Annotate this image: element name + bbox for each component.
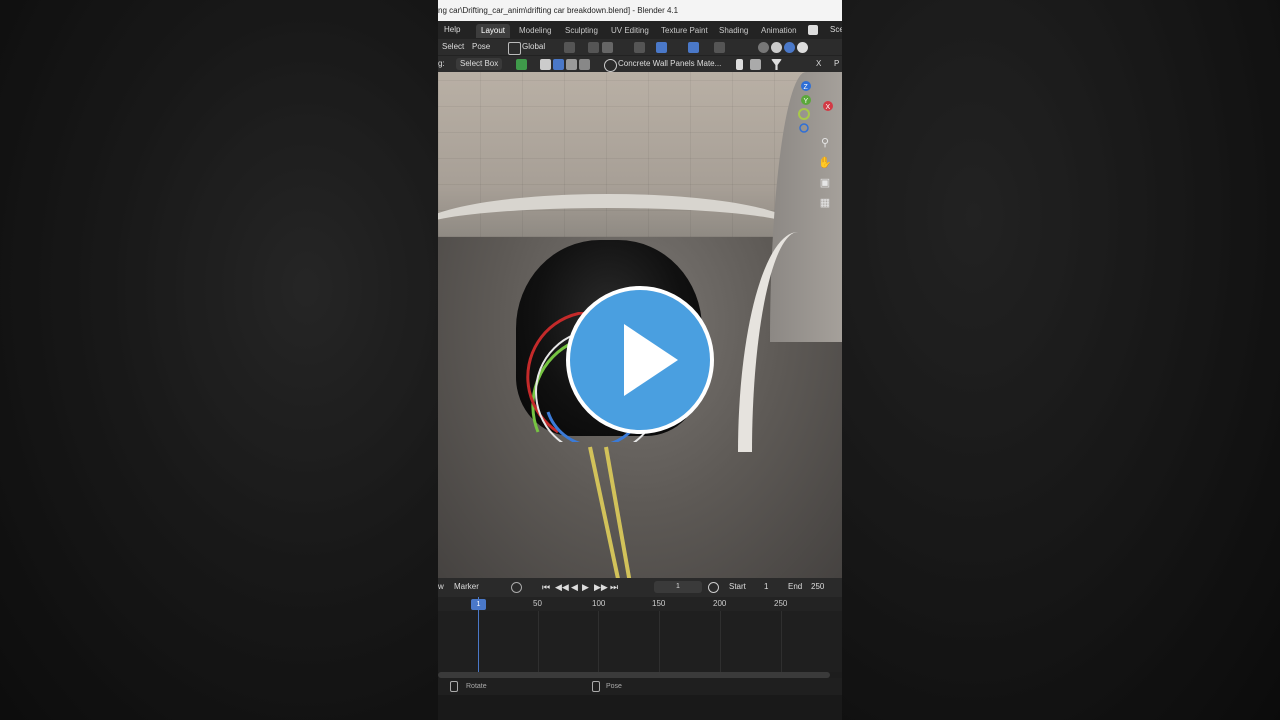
mode-icon[interactable]: [516, 59, 527, 70]
blender-window: ng car\Drifting_car_anim\drifting car br…: [438, 0, 842, 720]
mouse-icon: [592, 681, 600, 692]
bottom-padding: [438, 695, 842, 720]
grid-select-icon[interactable]: [579, 59, 590, 70]
start-frame-field[interactable]: 1: [764, 581, 768, 593]
tool-prefix: g:: [438, 59, 445, 68]
status-pose: Pose: [606, 683, 622, 690]
window-title: ng car\Drifting_car_anim\drifting car br…: [438, 6, 679, 15]
face-select-icon[interactable]: [540, 59, 551, 70]
viewport-header: Select Pose Global: [438, 39, 842, 55]
pivot-icon[interactable]: [564, 42, 575, 53]
proportional-icon[interactable]: [634, 42, 645, 53]
tab-modeling[interactable]: Modeling: [514, 24, 556, 38]
ruler-tick-250: 250: [774, 599, 788, 608]
timeline-header: w Marker ⏮ ◀◀ ◀ ▶ ▶▶ ⏭ 1 Start 1 End 250: [438, 578, 842, 597]
orientation-dropdown[interactable]: Global: [522, 41, 545, 53]
navigation-gizmo[interactable]: Z Y X: [792, 80, 838, 140]
status-bar: Rotate Pose: [438, 678, 842, 695]
gizmo-x-label: X: [826, 104, 831, 111]
pose-menu[interactable]: Pose: [472, 41, 490, 53]
camera-view-icon[interactable]: ▣: [818, 176, 832, 190]
play-button[interactable]: [566, 286, 714, 434]
scene-selector[interactable]: Sce: [830, 21, 842, 39]
close-button[interactable]: X: [816, 58, 821, 70]
start-label: Start: [729, 582, 746, 591]
edge-select-icon[interactable]: [566, 59, 577, 70]
gizmo-z-label: Z: [804, 84, 809, 91]
play-forward-icon[interactable]: ▶: [582, 581, 589, 593]
top-menubar: Help Layout Modeling Sculpting UV Editin…: [438, 21, 842, 39]
end-label: End: [788, 582, 803, 591]
background-blur-left: [0, 0, 438, 720]
help-menu[interactable]: Help: [444, 21, 460, 39]
pan-hand-icon[interactable]: ✋: [818, 156, 832, 170]
xray-icon[interactable]: [714, 42, 725, 53]
prev-keyframe-icon[interactable]: ◀◀: [555, 581, 569, 593]
tool-header: g: Select Box Concrete Wall Panels Mate.…: [438, 55, 842, 73]
ruler-tick-200: 200: [713, 599, 727, 608]
panel-toggle[interactable]: P: [834, 58, 839, 70]
wireframe-shading-icon[interactable]: [758, 42, 769, 53]
tab-sculpting[interactable]: Sculpting: [560, 24, 603, 38]
end-frame-field[interactable]: 250: [811, 581, 824, 593]
status-rotate: Rotate: [466, 683, 487, 690]
ruler-tick-100: 100: [592, 599, 606, 608]
tab-layout[interactable]: Layout: [476, 24, 511, 38]
perspective-grid-icon[interactable]: ▦: [818, 196, 832, 210]
material-shading-icon[interactable]: [784, 42, 795, 53]
autokey-icon[interactable]: [511, 582, 522, 593]
select-menu[interactable]: Select: [442, 41, 464, 53]
3d-viewport[interactable]: Z Y X ⚲ ✋ ▣ ▦: [438, 72, 842, 578]
playhead-frame-badge[interactable]: 1: [471, 599, 486, 610]
stopwatch-icon[interactable]: [708, 582, 719, 593]
play-icon: [624, 324, 678, 396]
zoom-icon[interactable]: ⚲: [818, 136, 832, 150]
timeline-ruler[interactable]: 50 100 150 200 250: [438, 597, 842, 611]
vertex-select-icon[interactable]: [553, 59, 564, 70]
mouse-icon: [450, 681, 458, 692]
snap-target-icon[interactable]: [602, 42, 613, 53]
scene-icon[interactable]: [808, 25, 818, 35]
rendered-shading-icon[interactable]: [797, 42, 808, 53]
jump-end-icon[interactable]: ⏭: [610, 581, 618, 593]
ruler-tick-50: 50: [533, 599, 542, 608]
grid-icon[interactable]: [750, 59, 761, 70]
material-selector[interactable]: Concrete Wall Panels Mate...: [618, 58, 721, 70]
background-blur-right: [842, 0, 1280, 720]
snap-icon[interactable]: [588, 42, 599, 53]
timeline-area[interactable]: [438, 611, 842, 672]
current-frame-field[interactable]: 1: [654, 581, 702, 593]
tab-animation[interactable]: Animation: [756, 24, 802, 38]
next-keyframe-icon[interactable]: ▶▶: [594, 581, 608, 593]
timeline-view-menu[interactable]: w: [438, 581, 444, 593]
select-box-dropdown[interactable]: Select Box: [456, 58, 503, 70]
search-icon[interactable]: [604, 59, 617, 72]
gizmo-toggle-icon[interactable]: [656, 42, 667, 53]
play-reverse-icon[interactable]: ◀: [571, 581, 578, 593]
tab-texture-paint[interactable]: Texture Paint: [656, 24, 713, 38]
tab-uv-editing[interactable]: UV Editing: [606, 24, 654, 38]
filter-icon[interactable]: [771, 59, 782, 70]
bookmark-icon[interactable]: [736, 59, 743, 70]
ruler-tick-150: 150: [652, 599, 666, 608]
tab-shading[interactable]: Shading: [714, 24, 753, 38]
gizmo-y-label: Y: [804, 98, 809, 105]
solid-shading-icon[interactable]: [771, 42, 782, 53]
title-bar: ng car\Drifting_car_anim\drifting car br…: [438, 0, 842, 21]
transform-orientation-icon: [508, 42, 521, 55]
jump-start-icon[interactable]: ⏮: [542, 581, 550, 593]
marker-menu[interactable]: Marker: [454, 581, 479, 593]
overlay-toggle-icon[interactable]: [688, 42, 699, 53]
